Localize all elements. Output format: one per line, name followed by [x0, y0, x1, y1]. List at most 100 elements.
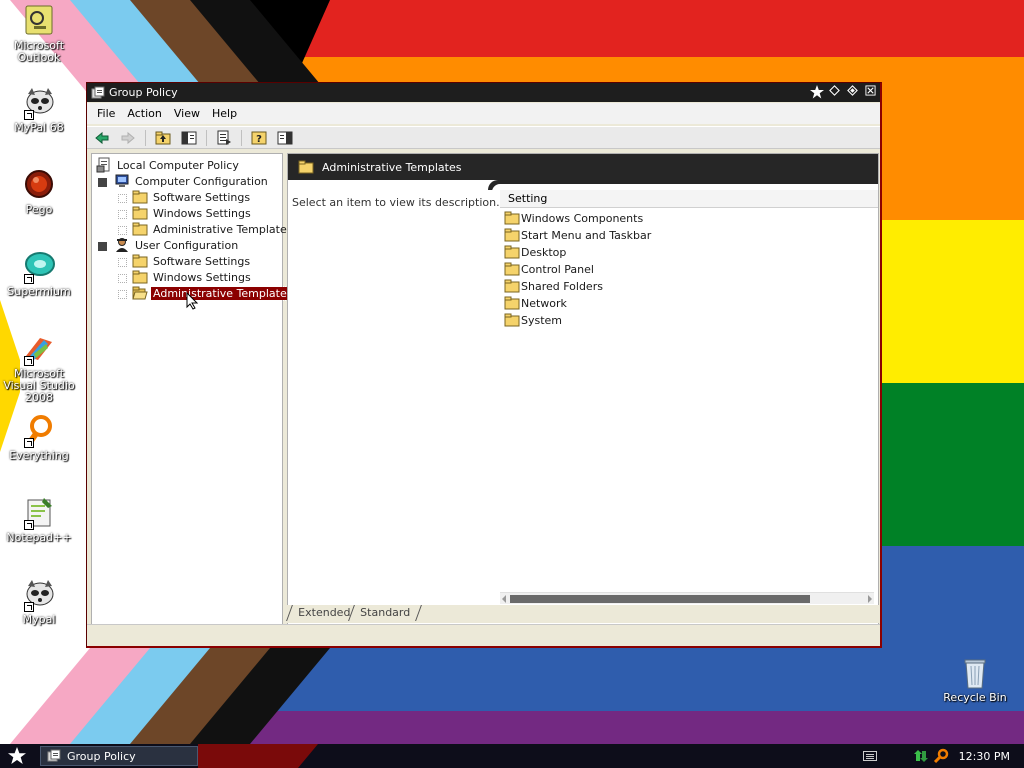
horizontal-scrollbar[interactable]	[500, 592, 874, 604]
description-text: Select an item to view its description.	[292, 196, 500, 209]
details-pane: Administrative Templates Select an item …	[287, 153, 879, 625]
tab-standard[interactable]: Standard	[348, 605, 422, 621]
export-list-button[interactable]	[213, 128, 235, 148]
show-hide-tree-icon	[181, 131, 197, 144]
column-header-setting[interactable]: Setting	[500, 190, 878, 208]
tree-node-local-computer-policy[interactable]: Local Computer Policy	[96, 157, 241, 173]
desktop-icon-supermium[interactable]: Supermium	[0, 250, 78, 298]
group-policy-window: Group Policy File Action View Help ? Loc…	[86, 82, 882, 648]
tree-leaf-marker	[118, 194, 127, 203]
mouse-cursor-icon	[186, 292, 198, 310]
toolbar-separator	[145, 129, 146, 146]
list-item-control-panel[interactable]: Control Panel	[504, 261, 594, 277]
tree-node-user-administrative-templates[interactable]: Administrative Templates	[132, 285, 296, 301]
up-folder-button[interactable]	[152, 128, 174, 148]
maximize-button[interactable]	[846, 85, 858, 99]
help-button[interactable]: ?	[248, 128, 270, 148]
desktop-icon-mypal-68[interactable]: MyPal 68	[0, 86, 78, 134]
system-tray: 12:30 PM	[862, 744, 1024, 768]
show-hide-tree-button[interactable]	[178, 128, 200, 148]
folder-icon	[132, 189, 148, 205]
tree-node-computer-windows-settings[interactable]: Windows Settings	[132, 205, 253, 221]
tree-node-computer-configuration[interactable]: Computer Configuration	[114, 173, 270, 189]
mypal-icon	[22, 86, 56, 120]
svg-text:?: ?	[256, 134, 262, 145]
desktop-icon-pego[interactable]: Pego	[0, 168, 78, 216]
menu-action[interactable]: Action	[121, 107, 167, 120]
tree-node-user-windows-settings[interactable]: Windows Settings	[132, 269, 253, 285]
tree-node-computer-administrative-templates[interactable]: Administrative Templates	[132, 221, 295, 237]
tree-node-user-software-settings[interactable]: Software Settings	[132, 253, 252, 269]
open-folder-icon	[132, 285, 148, 301]
group-policy-app-icon	[91, 86, 105, 100]
tree-leaf-marker	[118, 210, 127, 219]
menu-file[interactable]: File	[91, 107, 121, 120]
desktop-icon-outlook[interactable]: Microsoft Outlook	[0, 4, 78, 64]
list-item-network[interactable]: Network	[504, 295, 567, 311]
desktop-icon-visual-studio[interactable]: Microsoft Visual Studio 2008	[0, 332, 78, 404]
window-controls	[810, 85, 876, 99]
keyboard-icon[interactable]	[862, 751, 877, 761]
shortcut-arrow-icon	[24, 602, 34, 612]
tree-leaf-marker	[118, 290, 127, 299]
list-item-start-menu-and-taskbar[interactable]: Start Menu and Taskbar	[504, 227, 651, 243]
status-bar	[87, 624, 880, 646]
network-icon[interactable]	[913, 748, 929, 764]
user-icon	[114, 237, 130, 253]
outlook-icon	[22, 4, 56, 38]
star-icon	[8, 747, 26, 764]
policy-document-icon	[96, 157, 112, 173]
details-header: Administrative Templates	[288, 154, 878, 180]
list-item-windows-components[interactable]: Windows Components	[504, 210, 643, 226]
desktop-icon-recycle-bin[interactable]: Recycle Bin	[936, 656, 1014, 704]
scroll-left-arrow-icon[interactable]	[502, 595, 506, 603]
back-icon	[95, 131, 109, 144]
export-list-icon	[217, 130, 231, 145]
forward-icon	[121, 131, 135, 144]
console-tree: Local Computer Policy Computer Configura…	[91, 153, 296, 625]
folder-icon	[504, 244, 520, 260]
folder-icon	[132, 221, 148, 237]
tree-node-user-configuration[interactable]: User Configuration	[114, 237, 240, 253]
menu-view[interactable]: View	[168, 107, 206, 120]
shortcut-arrow-icon	[24, 110, 34, 120]
list-item-desktop[interactable]: Desktop	[504, 244, 566, 260]
window-title: Group Policy	[109, 86, 178, 99]
folder-icon	[504, 312, 520, 328]
clock[interactable]: 12:30 PM	[959, 750, 1010, 763]
show-hide-action-pane-button[interactable]	[274, 128, 296, 148]
tree-node-computer-software-settings[interactable]: Software Settings	[132, 189, 252, 205]
desktop-icon-everything[interactable]: Everything	[0, 414, 78, 462]
folder-icon	[504, 210, 520, 226]
search-icon[interactable]	[933, 748, 949, 764]
start-button[interactable]	[0, 744, 34, 768]
scroll-thumb[interactable]	[510, 595, 810, 603]
desktop-icon-mypal[interactable]: Mypal	[0, 578, 78, 626]
desktop-icon-notepad-plus-plus[interactable]: Notepad++	[0, 496, 78, 544]
list-item-shared-folders[interactable]: Shared Folders	[504, 278, 603, 294]
list-item-system[interactable]: System	[504, 312, 562, 328]
group-policy-app-icon	[47, 749, 61, 763]
show-hide-action-pane-icon	[277, 131, 293, 144]
window-titlebar[interactable]: Group Policy	[87, 83, 880, 102]
computer-icon	[114, 173, 130, 189]
back-button[interactable]	[91, 128, 113, 148]
recycle-bin-icon	[958, 656, 992, 690]
menu-help[interactable]: Help	[206, 107, 243, 120]
star-icon[interactable]	[810, 85, 824, 99]
collapse-toggle-icon[interactable]	[98, 178, 107, 187]
folder-icon	[298, 159, 314, 175]
up-folder-icon	[155, 131, 171, 144]
folder-icon	[504, 278, 520, 294]
close-button[interactable]	[864, 85, 876, 99]
help-icon: ?	[251, 131, 267, 145]
toolbar-separator	[206, 129, 207, 146]
folder-icon	[132, 269, 148, 285]
collapse-toggle-icon[interactable]	[98, 242, 107, 251]
taskbar-button-group-policy[interactable]: Group Policy	[40, 746, 198, 766]
folder-icon	[132, 253, 148, 269]
toolbar: ?	[87, 126, 880, 149]
minimize-button[interactable]	[828, 85, 840, 99]
forward-button[interactable]	[117, 128, 139, 148]
scroll-right-arrow-icon[interactable]	[868, 595, 872, 603]
